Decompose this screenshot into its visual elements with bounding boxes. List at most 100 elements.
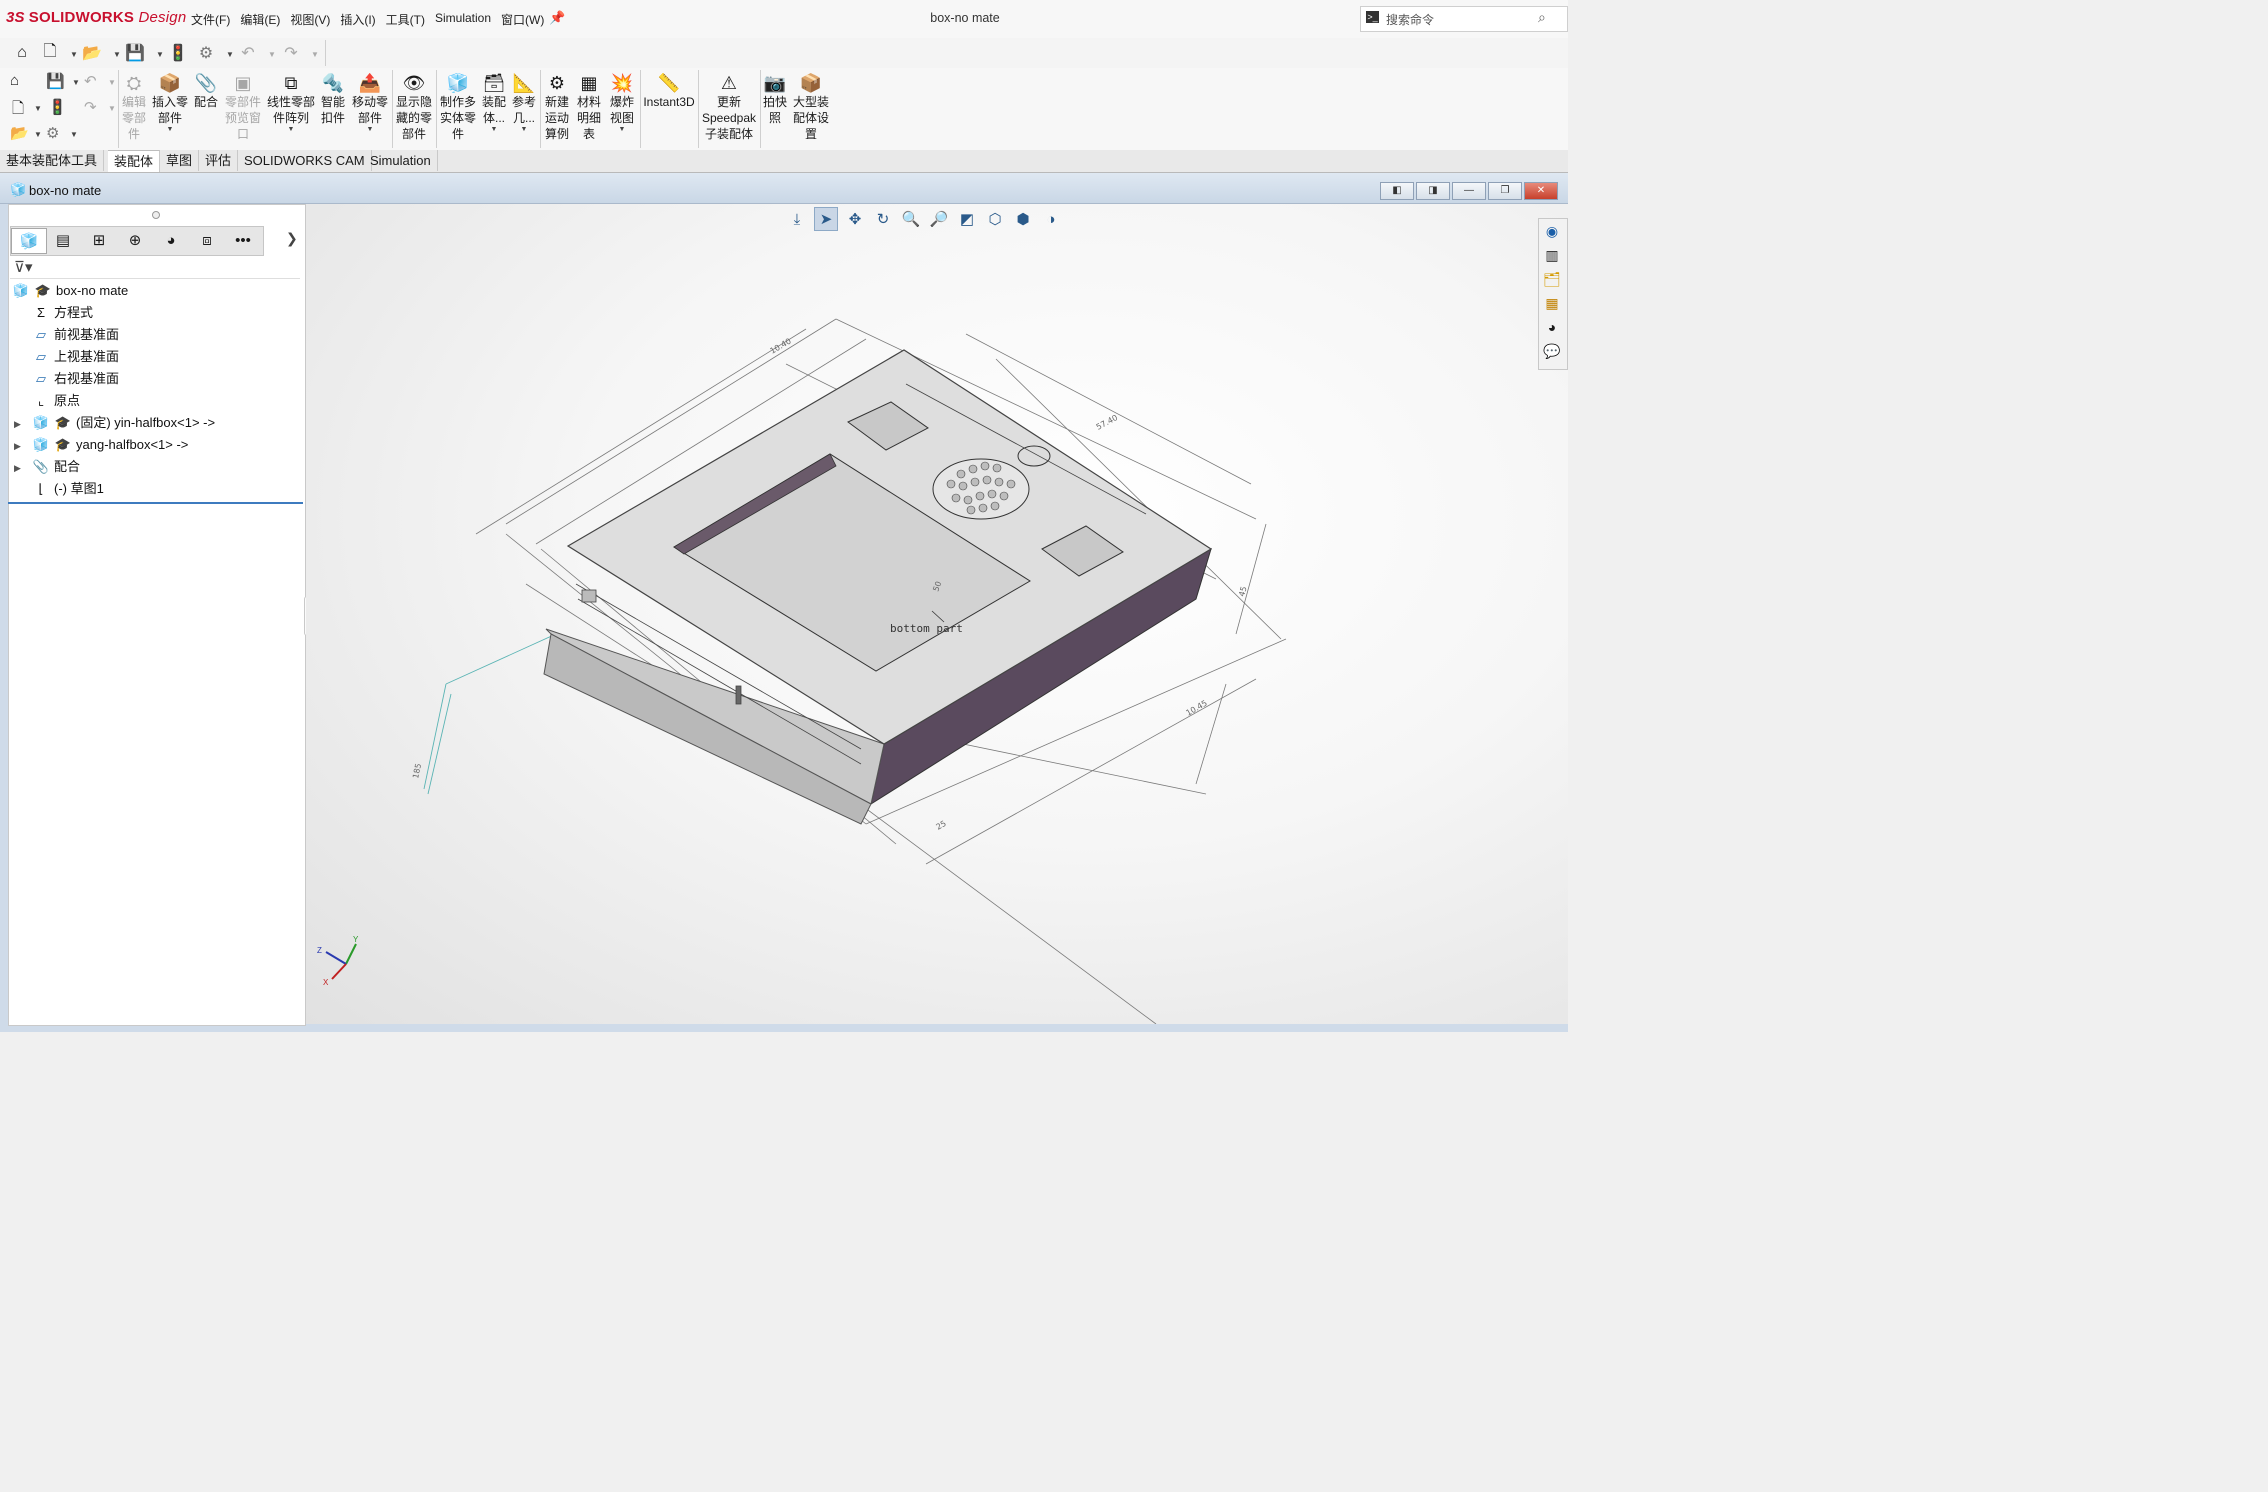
solidworks-resources-icon[interactable]: ◉ (1541, 220, 1563, 242)
open-folder-icon[interactable]: 📂 (10, 124, 29, 142)
save-icon[interactable]: 💾 (46, 72, 65, 90)
menu-insert[interactable]: 插入(I) (335, 11, 380, 28)
chevron-down-icon[interactable]: ▼ (480, 126, 508, 134)
mate-button[interactable]: 📎 配合 (192, 72, 220, 110)
tab-assembly[interactable]: 装配体 (108, 150, 161, 172)
exploded-view-button[interactable]: 💥 爆炸 视图 ▼ (606, 72, 638, 134)
chevron-down-icon[interactable]: ▼ (606, 126, 638, 134)
display-style-icon[interactable]: ⬢ (1012, 208, 1034, 230)
large-assembly-settings-button[interactable]: 📦 大型装 配体设 置 (790, 72, 832, 142)
show-hidden-components-button[interactable]: 👁 显示隐 藏的零 部件 (394, 72, 434, 142)
zoom-icon[interactable]: 🔍 (900, 208, 922, 230)
view-orientation-icon[interactable]: ⬡ (984, 208, 1006, 230)
make-multibody-part-button[interactable]: 🧊 制作多 实体零 件 (438, 72, 478, 142)
menu-edit[interactable]: 编辑(E) (235, 11, 285, 28)
tree-item[interactable]: ⌊ (-) 草图1 (14, 478, 103, 500)
rebuild-traffic-light-icon[interactable]: 🚦 (168, 43, 188, 63)
expand-arrow-icon[interactable]: ▶ (14, 413, 32, 435)
chevron-down-icon[interactable]: ▼ (150, 126, 190, 134)
configurationmanager-tab-icon[interactable]: ⊞ (82, 228, 116, 252)
move-component-button[interactable]: 📤 移动零 部件 ▼ (350, 72, 390, 134)
undo-icon[interactable]: ↶ (238, 43, 258, 63)
round-button[interactable] (1017, 445, 1051, 467)
more-tabs-icon[interactable]: ••• (226, 228, 260, 252)
model-viewport[interactable]: bottom part 57.40 10.40 10.45 185 50 25 … (306, 204, 1536, 1024)
home-icon[interactable]: ⌂ (10, 72, 19, 89)
tab-solidworks-cam[interactable]: SOLIDWORKS CAM (238, 150, 372, 171)
hide-show-icon[interactable]: ◑ (1040, 208, 1062, 230)
redo-dropdown-chevron-icon[interactable]: ▼ (311, 50, 319, 59)
chevron-down-icon[interactable]: ▼ (266, 126, 316, 134)
tree-item[interactable]: ▱ 前视基准面 (14, 324, 119, 346)
expand-arrow-icon[interactable]: ▶ (14, 457, 32, 479)
options-gear-icon[interactable]: ⚙ (46, 124, 59, 142)
design-library-icon[interactable]: ▥ (1541, 244, 1563, 266)
instant3d-button[interactable]: 📏 Instant3D (642, 72, 696, 110)
options-dropdown-chevron-icon[interactable]: ▼ (70, 130, 78, 139)
menu-simulation[interactable]: Simulation (430, 11, 496, 28)
menu-tools[interactable]: 工具(T) (381, 11, 430, 28)
tree-item[interactable]: ▶ 🧊 🎓 yang-halfbox<1> -> (14, 434, 188, 456)
assembly-features-button[interactable]: 🗃 装配 体... ▼ (480, 72, 508, 134)
propertymanager-tab-icon[interactable]: ▤ (46, 228, 80, 252)
custom-properties-icon[interactable]: 💬 (1541, 340, 1563, 362)
rollback-bar[interactable] (8, 502, 303, 504)
update-speedpak-button[interactable]: ⚠ 更新 Speedpak 子装配体 (700, 72, 758, 142)
options-dropdown-chevron-icon[interactable]: ▼ (226, 50, 234, 59)
smart-fasteners-button[interactable]: 🔩 智能 扣件 (318, 72, 348, 126)
chevron-right-icon[interactable]: ❯ (286, 230, 298, 247)
component-preview-button[interactable]: ▣ 零部件 预览窗 口 (222, 72, 264, 142)
section-view-icon[interactable]: ◩ (956, 208, 978, 230)
new-dropdown-chevron-icon[interactable]: ▼ (34, 104, 42, 113)
select-cursor-icon[interactable]: ➤ (814, 207, 838, 231)
appearances-icon[interactable]: ◕ (1541, 316, 1563, 338)
tab-simulation[interactable]: Simulation (364, 150, 438, 171)
linear-pattern-button[interactable]: ⧉ 线性零部 件阵列 ▼ (266, 72, 316, 134)
new-document-icon[interactable]: 🗋 (40, 43, 60, 63)
pin-menu-icon[interactable]: 📌 (549, 10, 565, 26)
file-explorer-icon[interactable]: 🗂 (1541, 268, 1563, 290)
chevron-down-icon[interactable]: ▼ (350, 126, 390, 134)
tile-left-button[interactable]: ◧ (1380, 182, 1414, 200)
open-dropdown-chevron-icon[interactable]: ▼ (34, 130, 42, 139)
view-palette-icon[interactable]: ▦ (1541, 292, 1563, 314)
undo-icon[interactable]: ↶ (84, 72, 97, 90)
redo-icon[interactable]: ↷ (84, 98, 97, 116)
tree-item[interactable]: ▱ 右视基准面 (14, 368, 119, 390)
undo-dropdown-chevron-icon[interactable]: ▼ (268, 50, 276, 59)
options-gear-icon[interactable]: ⚙ (196, 43, 216, 63)
pan-icon[interactable]: ✥ (844, 208, 866, 230)
tab-basic-assembly-tools[interactable]: 基本装配体工具 (0, 150, 105, 171)
redo-dropdown-chevron-icon[interactable]: ▼ (108, 104, 116, 113)
edit-component-button[interactable]: ⛭ 编辑 零部 件 (120, 72, 148, 142)
undo-dropdown-chevron-icon[interactable]: ▼ (108, 78, 116, 87)
tree-item[interactable]: ⌞ 原点 (14, 390, 80, 412)
solidworks-logo[interactable]: 3S SOLIDWORKS Design (6, 9, 186, 26)
tree-root[interactable]: 🧊 🎓 box-no mate (12, 280, 128, 302)
chevron-down-icon[interactable]: ▼ (510, 126, 538, 134)
save-icon[interactable]: 💾 (125, 43, 145, 63)
new-document-icon[interactable]: 🗋 (12, 98, 24, 123)
open-folder-icon[interactable]: 📂 (82, 43, 102, 63)
zoom-area-icon[interactable]: 🔎 (928, 208, 950, 230)
restore-button[interactable]: ❐ (1488, 182, 1522, 200)
tab-evaluate[interactable]: 评估 (199, 150, 239, 171)
rotate-icon[interactable]: ↻ (872, 208, 894, 230)
save-dropdown-chevron-icon[interactable]: ▼ (72, 78, 80, 87)
bill-of-materials-button[interactable]: ▦ 材料 明细 表 (574, 72, 604, 142)
menu-window[interactable]: 窗口(W) (496, 11, 549, 28)
search-input[interactable]: 搜索命令 (1386, 11, 1434, 28)
dimxpert-tab-icon[interactable]: ⊕ (118, 228, 152, 252)
tree-item[interactable]: Σ 方程式 (14, 302, 93, 324)
filter-icon[interactable]: ⊽▾ (14, 258, 33, 276)
display-manager-tab-icon[interactable]: ◕ (154, 228, 188, 252)
open-dropdown-chevron-icon[interactable]: ▼ (113, 50, 121, 59)
reference-geometry-button[interactable]: 📐 参考 几... ▼ (510, 72, 538, 134)
menu-view[interactable]: 视图(V) (285, 11, 335, 28)
home-icon[interactable]: ⌂ (12, 43, 32, 63)
snapshot-button[interactable]: 📷 拍快 照 (762, 72, 788, 126)
menu-file[interactable]: 文件(F) (186, 11, 235, 28)
featuremanager-tab-icon[interactable]: 🧊 (11, 228, 47, 254)
tree-item[interactable]: ▱ 上视基准面 (14, 346, 119, 368)
tree-item[interactable]: ▶ 🧊 🎓 (固定) yin-halfbox<1> -> (14, 412, 215, 434)
